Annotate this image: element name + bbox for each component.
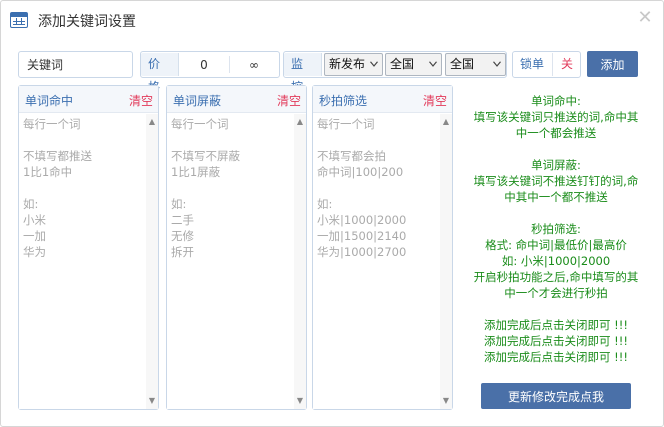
chevron-down-icon — [493, 61, 501, 67]
region-value-1: 全国 — [390, 57, 415, 71]
region-value-2: 全国 — [450, 57, 475, 71]
add-button[interactable]: 添加 — [587, 51, 638, 77]
clear-button[interactable]: 清空 — [277, 92, 301, 109]
price-min-input[interactable] — [181, 53, 227, 76]
panel-header: 单词屏蔽 清空 — [167, 86, 306, 113]
lock-order-group: 锁单 关 — [512, 51, 581, 78]
scrollbar[interactable]: ▲ ▼ — [146, 114, 158, 409]
clear-button[interactable]: 清空 — [129, 92, 153, 109]
divider — [229, 56, 230, 73]
publish-type-value: 新发布 — [329, 57, 366, 71]
panel-title: 单词命中 — [25, 94, 74, 108]
help-line: 单词命中: — [531, 94, 581, 108]
dialog-title: 添加关键词设置 — [38, 14, 136, 30]
help-line: 添加完成后点击关闭即可 !!! — [484, 350, 628, 364]
panel-word-hit: 单词命中 清空 ▲ ▼ — [18, 85, 159, 410]
clear-button[interactable]: 清空 — [423, 92, 447, 109]
table-icon — [10, 12, 28, 28]
panel-header: 秒拍筛选 清空 — [313, 86, 452, 113]
scroll-down-icon[interactable]: ▼ — [296, 397, 304, 405]
help-line: 开启秒拍功能之后,命中填写的其 — [473, 270, 639, 284]
region-select-2[interactable]: 全国 — [445, 53, 506, 76]
panel-title: 单词屏蔽 — [173, 94, 222, 108]
scroll-down-icon[interactable]: ▼ — [148, 397, 156, 405]
panel-word-block: 单词屏蔽 清空 ▲ ▼ — [166, 85, 307, 410]
publish-type-select[interactable]: 新发布 — [324, 53, 383, 76]
help-line: 中其中一个都不推送 — [504, 190, 608, 204]
monitor-label: 监控 — [284, 53, 322, 94]
close-icon[interactable]: ✕ — [636, 9, 654, 27]
lock-order-label: 锁单 — [513, 53, 553, 76]
snipe-filter-textarea[interactable] — [313, 114, 441, 409]
update-done-button[interactable]: 更新修改完成点我 — [481, 383, 631, 409]
help-text: 单词命中: 填写该关键词只推送的词,命中其 中一个都会推送 单词屏蔽: 填写该关… — [467, 93, 645, 365]
help-line: 中一个都会推送 — [515, 126, 597, 140]
title-bar: 添加关键词设置 ✕ — [1, 1, 663, 39]
panel-header: 单词命中 清空 — [19, 86, 158, 113]
help-line: 填写该关键词不推送钉钉的词,命 — [473, 174, 639, 188]
region-select-1[interactable]: 全国 — [385, 53, 442, 76]
scroll-up-icon[interactable]: ▲ — [442, 118, 450, 126]
lock-order-toggle[interactable]: 关 — [555, 53, 579, 76]
price-range-group: 价格 — [140, 51, 280, 94]
help-line: 中一个才会进行秒拍 — [504, 286, 608, 300]
help-line: 格式: 命中词|最低价|最高价 — [485, 238, 627, 252]
scroll-up-icon[interactable]: ▲ — [296, 118, 304, 126]
help-line: 单词屏蔽: — [531, 158, 581, 172]
scrollbar[interactable]: ▲ ▼ — [440, 114, 452, 409]
help-line: 如: 小米|1000|2000 — [501, 254, 611, 268]
panel-title: 秒拍筛选 — [319, 94, 368, 108]
scroll-up-icon[interactable]: ▲ — [148, 118, 156, 126]
scroll-down-icon[interactable]: ▼ — [442, 397, 450, 405]
help-line: 添加完成后点击关闭即可 !!! — [484, 334, 628, 348]
help-line: 秒拍筛选: — [531, 222, 581, 236]
help-line: 填写该关键词只推送的词,命中其 — [473, 110, 639, 124]
chevron-down-icon — [370, 61, 378, 67]
chevron-down-icon — [429, 61, 437, 67]
word-hit-textarea[interactable] — [19, 114, 147, 409]
word-block-textarea[interactable] — [167, 114, 295, 409]
keyword-input[interactable] — [18, 51, 133, 78]
keyword-settings-dialog: 添加关键词设置 ✕ 价格 监控 新发布 全国 全国 锁单 关 添加 单词命中 — [0, 0, 664, 427]
scrollbar[interactable]: ▲ ▼ — [294, 114, 306, 409]
price-label: 价格 — [141, 53, 179, 94]
panel-snipe-filter: 秒拍筛选 清空 ▲ ▼ — [312, 85, 453, 410]
monitor-group: 监控 新发布 全国 全国 — [283, 51, 507, 94]
price-max-input[interactable] — [231, 53, 277, 76]
help-line: 添加完成后点击关闭即可 !!! — [484, 318, 628, 332]
